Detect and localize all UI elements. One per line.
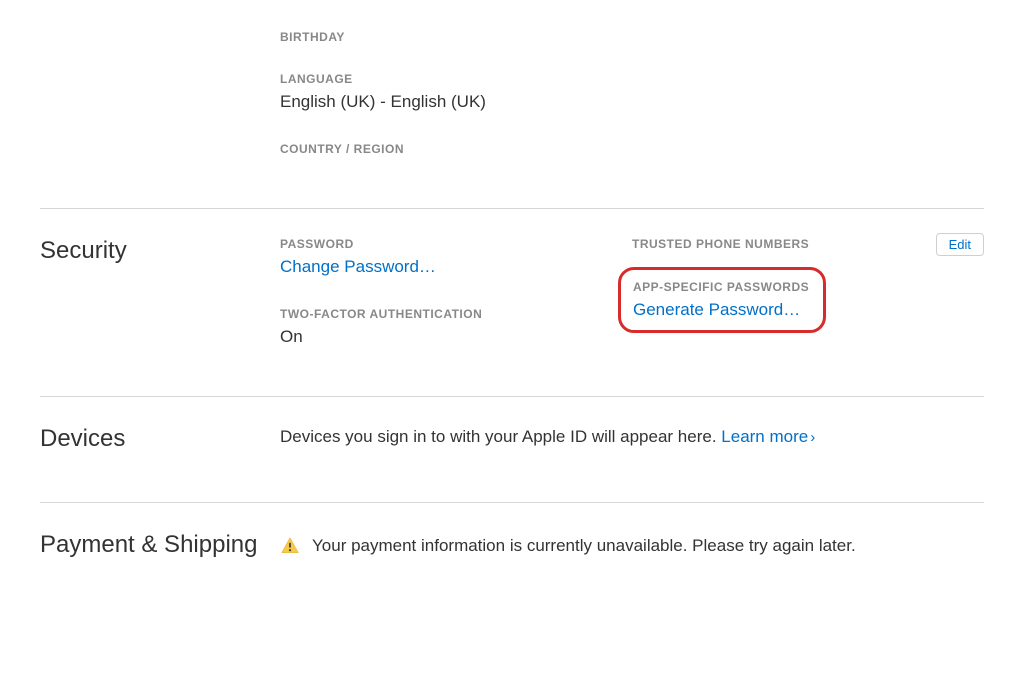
language-value: English (UK) - English (UK) <box>280 90 632 114</box>
birthday-field: BIRTHDAY <box>280 30 632 44</box>
account-body: BIRTHDAY LANGUAGE English (UK) - English… <box>280 30 984 160</box>
trusted-label: TRUSTED PHONE NUMBERS <box>632 237 984 251</box>
language-field: LANGUAGE English (UK) - English (UK) <box>280 72 632 114</box>
edit-button[interactable]: Edit <box>936 233 984 256</box>
twofactor-value: On <box>280 325 632 349</box>
country-label: COUNTRY / REGION <box>280 142 632 156</box>
warning-icon <box>280 536 300 556</box>
twofactor-field: TWO-FACTOR AUTHENTICATION On <box>280 307 632 349</box>
devices-section: Devices Devices you sign in to with your… <box>40 396 984 502</box>
appspecific-label: APP-SPECIFIC PASSWORDS <box>633 280 809 294</box>
learn-more-link[interactable]: Learn more › <box>721 427 815 446</box>
highlight-annotation: APP-SPECIFIC PASSWORDS Generate Password… <box>618 267 826 333</box>
password-field: PASSWORD Change Password… <box>280 237 632 279</box>
security-section: Security Edit PASSWORD Change Password… … <box>40 208 984 397</box>
account-col-right <box>632 30 984 160</box>
account-col: BIRTHDAY LANGUAGE English (UK) - English… <box>280 30 632 160</box>
trusted-field: TRUSTED PHONE NUMBERS <box>632 237 984 251</box>
payment-section: Payment & Shipping Your payment informat… <box>40 502 984 608</box>
payment-row: Your payment information is currently un… <box>280 531 856 560</box>
change-password-link[interactable]: Change Password… <box>280 257 436 276</box>
twofactor-label: TWO-FACTOR AUTHENTICATION <box>280 307 632 321</box>
birthday-label: BIRTHDAY <box>280 30 632 44</box>
devices-title: Devices <box>40 425 280 454</box>
payment-warning-text: Your payment information is currently un… <box>312 536 856 556</box>
devices-message: Devices you sign in to with your Apple I… <box>280 427 721 446</box>
appspecific-field: APP-SPECIFIC PASSWORDS Generate Password… <box>632 279 984 323</box>
language-label: LANGUAGE <box>280 72 632 86</box>
country-field: COUNTRY / REGION <box>280 142 632 156</box>
settings-container: BIRTHDAY LANGUAGE English (UK) - English… <box>0 0 1024 608</box>
security-body: Edit PASSWORD Change Password… TWO-FACTO… <box>280 237 984 349</box>
password-label: PASSWORD <box>280 237 632 251</box>
security-col-right: TRUSTED PHONE NUMBERS APP-SPECIFIC PASSW… <box>632 237 984 349</box>
payment-title: Payment & Shipping <box>40 531 280 560</box>
payment-body: Your payment information is currently un… <box>280 531 984 560</box>
account-title <box>40 30 280 160</box>
devices-text: Devices you sign in to with your Apple I… <box>280 425 815 454</box>
account-section: BIRTHDAY LANGUAGE English (UK) - English… <box>40 30 984 208</box>
devices-body: Devices you sign in to with your Apple I… <box>280 425 984 454</box>
chevron-right-icon: › <box>810 427 815 448</box>
generate-password-link[interactable]: Generate Password… <box>633 300 800 319</box>
security-col-left: PASSWORD Change Password… TWO-FACTOR AUT… <box>280 237 632 349</box>
learn-more-text: Learn more <box>721 427 808 446</box>
security-title: Security <box>40 237 280 349</box>
